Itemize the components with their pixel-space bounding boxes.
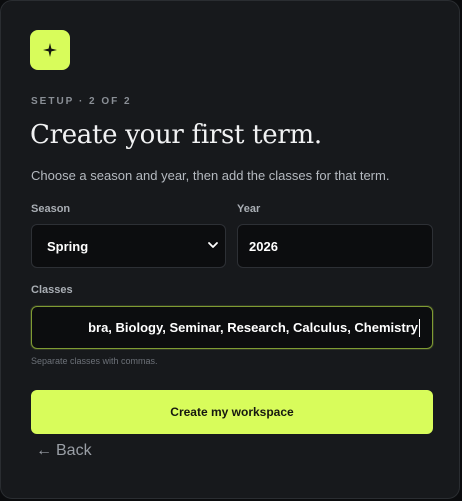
setup-card: SETUP · 2 OF 2 Create your first term. C… [0,0,460,499]
app-logo [30,30,70,70]
year-label: Year [237,203,261,215]
season-label: Season [31,203,71,215]
page-subtitle: Choose a season and year, then add the c… [31,168,390,183]
year-value: 2026 [249,238,278,254]
classes-input[interactable]: bra, Biology, Seminar, Research, Calculu… [31,306,433,349]
year-input[interactable]: 2026 [237,224,433,268]
season-select[interactable]: Spring [31,224,226,268]
page-title: Create your first term. [30,120,322,150]
classes-value: bra, Biology, Seminar, Research, Calculu… [88,320,418,335]
classes-hint: Separate classes with commas. [31,356,158,366]
back-link[interactable]: ← Back [36,442,92,460]
text-caret [419,318,420,337]
chevron-down-icon [208,242,218,248]
season-value: Spring [47,238,89,254]
step-indicator: SETUP · 2 OF 2 [31,96,132,107]
sparkle-icon [43,43,57,57]
back-arrow-icon: ← [36,442,52,459]
create-workspace-button[interactable]: Create my workspace [31,390,433,434]
back-label: Back [56,442,92,459]
classes-label: Classes [31,284,73,296]
